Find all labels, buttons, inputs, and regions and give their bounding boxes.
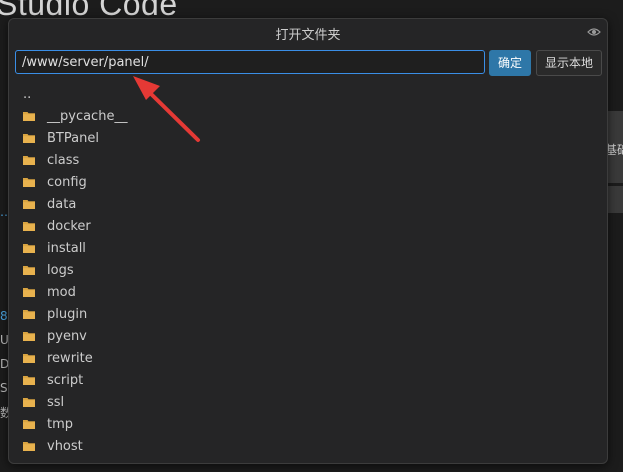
- folder-name: BTPanel: [47, 130, 99, 146]
- folder-icon: [23, 156, 35, 165]
- folder-icon: [23, 420, 35, 429]
- folder-name: install: [47, 240, 86, 256]
- folder-item[interactable]: tmp: [23, 413, 73, 435]
- background-text: U: [0, 333, 8, 347]
- show-local-button[interactable]: 显示本地: [536, 50, 602, 76]
- folder-name: ssl: [47, 394, 65, 410]
- folder-name: script: [47, 372, 84, 388]
- folder-icon: [23, 332, 35, 341]
- open-folder-dialog: 打开文件夹 确定 显示本地 .. __pycache__ BTPanel class…: [8, 18, 608, 464]
- folder-item[interactable]: rewrite: [23, 347, 93, 369]
- folder-path-input[interactable]: [15, 50, 485, 74]
- folder-item[interactable]: docker: [23, 215, 91, 237]
- folder-name: plugin: [47, 306, 88, 322]
- folder-icon: [23, 112, 35, 121]
- folder-name: data: [47, 196, 77, 212]
- folder-icon: [23, 376, 35, 385]
- background-text: 8: [0, 309, 8, 323]
- folder-name: mod: [47, 284, 76, 300]
- folder-item[interactable]: ssl: [23, 391, 64, 413]
- background-text: D: [0, 357, 8, 371]
- folder-icon: [23, 244, 35, 253]
- folder-item[interactable]: config: [23, 171, 87, 193]
- folder-name: tmp: [47, 416, 74, 432]
- dialog-title: 打开文件夹: [275, 28, 341, 43]
- folder-item[interactable]: install: [23, 237, 86, 259]
- parent-directory-item[interactable]: ..: [23, 86, 31, 104]
- folder-name: rewrite: [47, 350, 93, 366]
- folder-icon: [23, 200, 35, 209]
- folder-item[interactable]: pyenv: [23, 325, 87, 347]
- folder-name: __pycache__: [47, 108, 128, 124]
- folder-name: pyenv: [47, 328, 87, 344]
- folder-icon: [23, 398, 35, 407]
- folder-icon: [23, 442, 35, 451]
- folder-name: config: [47, 174, 87, 190]
- folder-item[interactable]: plugin: [23, 303, 87, 325]
- eye-icon[interactable]: [587, 27, 601, 37]
- folder-item[interactable]: BTPanel: [23, 127, 99, 149]
- folder-item[interactable]: class: [23, 149, 79, 171]
- folder-icon: [23, 354, 35, 363]
- background-text: 数: [0, 406, 8, 420]
- folder-item[interactable]: vhost: [23, 435, 83, 457]
- folder-item[interactable]: script: [23, 369, 83, 391]
- background-text: …: [0, 205, 8, 219]
- folder-name: vhost: [47, 438, 83, 454]
- folder-icon: [23, 310, 35, 319]
- folder-icon: [23, 266, 35, 275]
- background-text: S: [0, 381, 8, 395]
- folder-name: docker: [47, 218, 91, 234]
- folder-icon: [23, 222, 35, 231]
- folder-name: logs: [47, 262, 74, 278]
- folder-item[interactable]: __pycache__: [23, 105, 127, 127]
- folder-name: class: [47, 152, 80, 168]
- folder-item[interactable]: data: [23, 193, 76, 215]
- folder-icon: [23, 288, 35, 297]
- folder-icon: [23, 178, 35, 187]
- folder-item[interactable]: logs: [23, 259, 74, 281]
- confirm-button[interactable]: 确定: [489, 50, 531, 76]
- folder-icon: [23, 134, 35, 143]
- folder-item[interactable]: mod: [23, 281, 76, 303]
